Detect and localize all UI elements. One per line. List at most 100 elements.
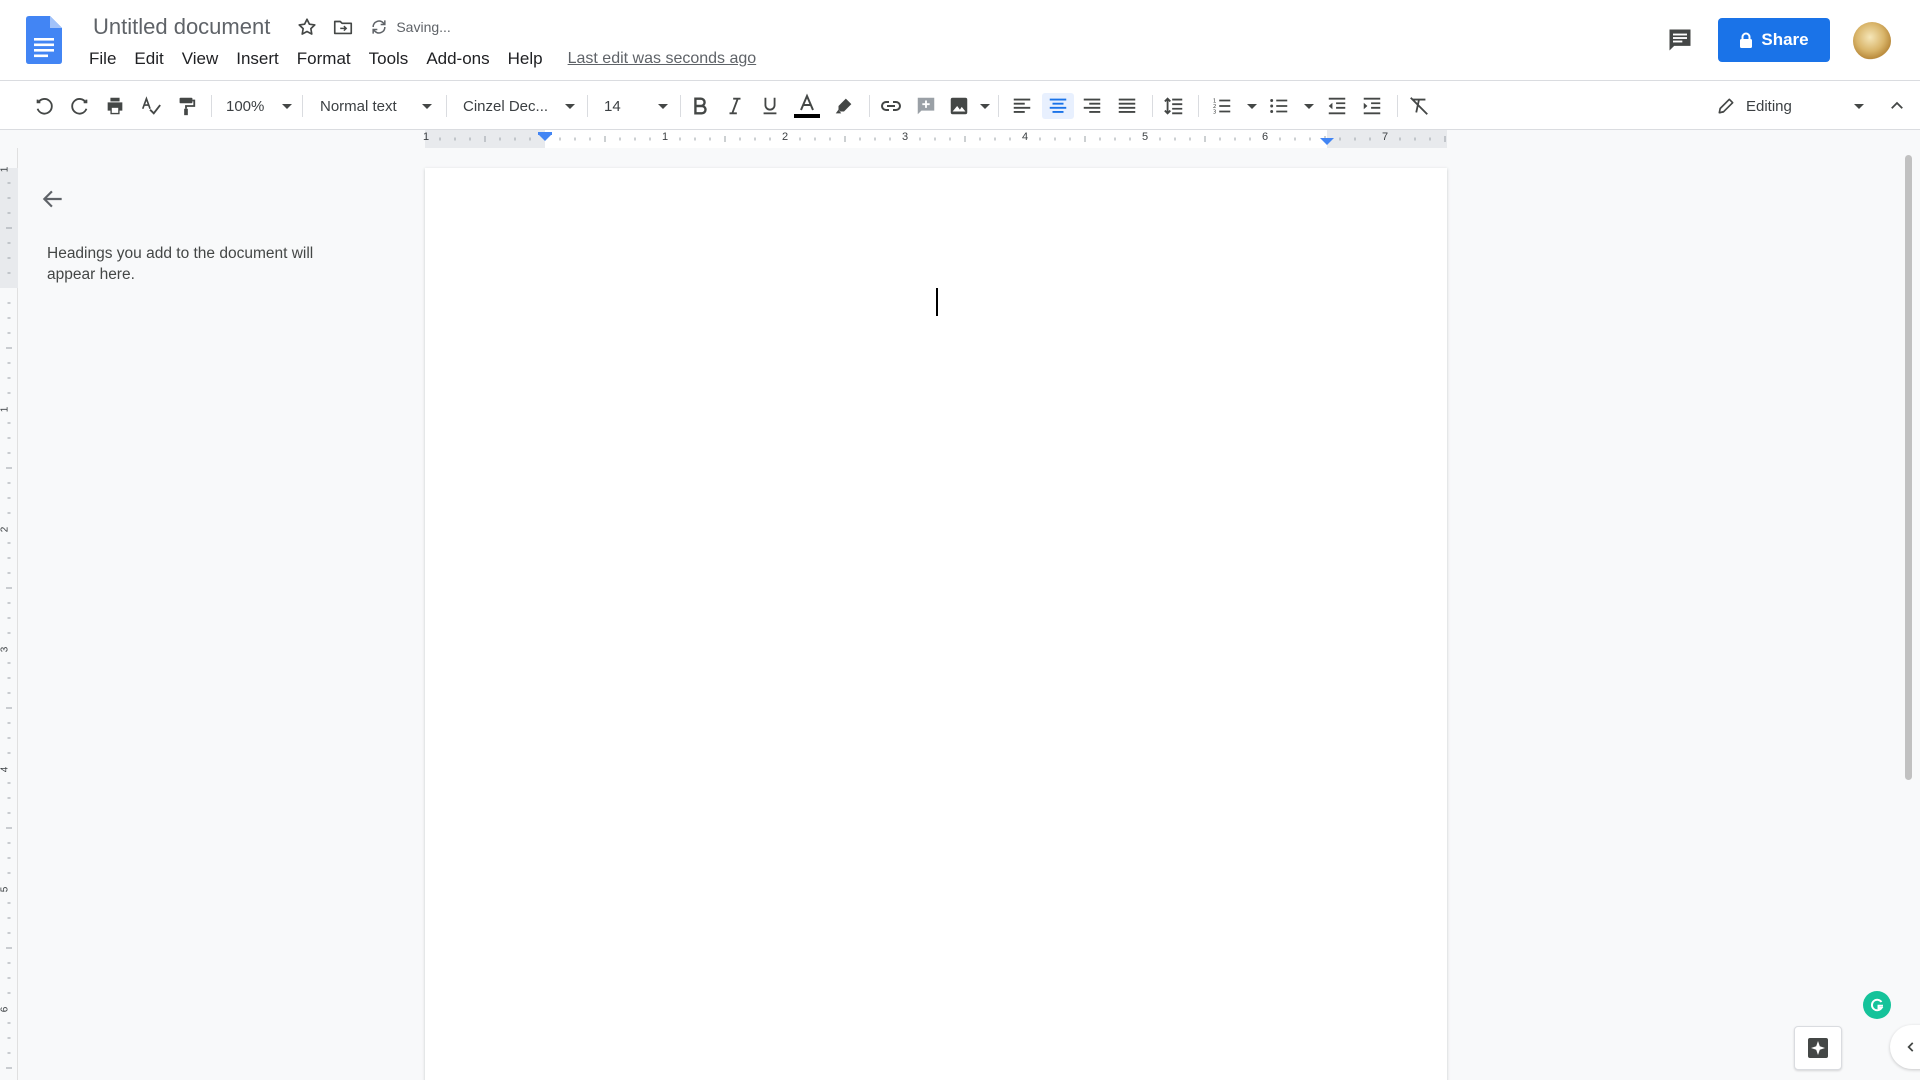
pencil-icon (1716, 96, 1736, 116)
font-select[interactable]: Cinzel Dec... (463, 93, 575, 119)
numbered-list-icon: 123 (1211, 95, 1233, 117)
underline-icon[interactable] (757, 93, 783, 119)
menu-edit[interactable]: Edit (125, 49, 172, 69)
font-value: Cinzel Dec... (463, 97, 549, 115)
hide-menus-chevron-up-icon[interactable] (1884, 93, 1910, 119)
paragraph-style-value: Normal text (320, 97, 397, 115)
bulleted-list-icon (1268, 95, 1290, 117)
last-edit-link[interactable]: Last edit was seconds ago (568, 50, 757, 68)
star-icon[interactable] (296, 16, 318, 38)
toolbar-separator (446, 95, 447, 117)
move-to-folder-icon[interactable] (332, 16, 354, 38)
toolbar-separator (302, 95, 303, 117)
menu-file[interactable]: File (80, 49, 125, 69)
toolbar-separator (1152, 95, 1153, 117)
image-icon (948, 95, 970, 117)
toolbar-separator (587, 95, 588, 117)
chevron-down-icon (658, 103, 668, 109)
increase-indent-icon[interactable] (1359, 93, 1385, 119)
toolbar-separator (680, 95, 681, 117)
save-status: Saving... (396, 19, 451, 35)
menu-view[interactable]: View (173, 49, 228, 69)
align-center-icon[interactable] (1042, 93, 1074, 119)
explore-icon[interactable] (1794, 1026, 1842, 1070)
add-comment-icon[interactable] (913, 93, 939, 119)
vertical-scrollbar[interactable] (1905, 155, 1912, 780)
font-size-select[interactable]: 14 (604, 93, 668, 119)
ruler-labels: 1 1 2 3 4 5 6 7 (423, 130, 1447, 148)
ruler-label: 2 (0, 526, 11, 533)
bold-icon[interactable] (687, 93, 713, 119)
ruler-label: 5 (1142, 131, 1149, 143)
align-left-icon[interactable] (1009, 93, 1035, 119)
italic-icon[interactable] (722, 93, 748, 119)
header: Untitled document Saving... File Edit Vi… (0, 0, 1920, 80)
toolbar-separator (869, 95, 870, 117)
text-color-icon[interactable] (794, 93, 820, 119)
editing-mode-label: Editing (1746, 97, 1792, 115)
grammarly-icon[interactable] (1863, 991, 1891, 1019)
title-row: Untitled document Saving... (89, 12, 451, 42)
vertical-ruler-labels: 1 1 2 3 4 5 6 (0, 148, 18, 1080)
chevron-down-icon (980, 103, 990, 109)
menu-help[interactable]: Help (499, 49, 552, 69)
bulleted-list-button[interactable] (1268, 93, 1314, 119)
undo-icon[interactable] (31, 93, 57, 119)
redo-icon[interactable] (67, 93, 93, 119)
ruler-label: 3 (902, 131, 909, 143)
toolbar-separator (1397, 95, 1398, 117)
ruler-label: 2 (782, 131, 789, 143)
document-title[interactable]: Untitled document (89, 14, 274, 40)
align-right-icon[interactable] (1079, 93, 1105, 119)
ruler-label: 4 (0, 766, 11, 773)
zoom-select[interactable]: 100% (226, 93, 292, 119)
chevron-down-icon (1854, 103, 1864, 109)
comments-icon[interactable] (1666, 26, 1694, 54)
numbered-list-button[interactable]: 123 (1211, 93, 1257, 119)
paragraph-style-select[interactable]: Normal text (320, 93, 432, 119)
chevron-left-icon (1904, 1040, 1918, 1054)
zoom-value: 100% (226, 97, 265, 115)
print-icon[interactable] (102, 93, 128, 119)
insert-image-button[interactable] (948, 93, 990, 119)
line-spacing-icon[interactable] (1161, 93, 1187, 119)
svg-text:3: 3 (1213, 109, 1217, 115)
vertical-ruler[interactable]: 1 1 2 3 4 5 6 (0, 148, 18, 1080)
document-page[interactable] (425, 168, 1447, 1080)
ruler-label: 4 (1022, 131, 1029, 143)
ruler-label: 6 (0, 1006, 11, 1013)
toolbar: 100% Normal text Cinzel Dec... 14 1 2 3 … (0, 80, 1920, 130)
highlight-color-icon[interactable] (831, 93, 857, 119)
close-outline-arrow-left-icon[interactable] (40, 186, 66, 212)
horizontal-ruler[interactable]: 1 1 2 3 4 5 6 7 (0, 130, 1920, 148)
toolbar-separator (1198, 95, 1199, 117)
insert-link-icon[interactable] (878, 93, 904, 119)
align-justify-icon[interactable] (1114, 93, 1140, 119)
paint-format-icon[interactable] (173, 93, 199, 119)
sync-icon (368, 16, 390, 38)
side-panel-toggle[interactable] (1890, 1025, 1920, 1069)
ruler-label: 1 (0, 406, 11, 413)
menu-insert[interactable]: Insert (227, 49, 288, 69)
ruler-label: 3 (0, 646, 11, 653)
font-size-value: 14 (604, 97, 621, 115)
ruler-label: 7 (1382, 131, 1389, 143)
menu-add-ons[interactable]: Add-ons (417, 49, 498, 69)
chevron-down-icon (1247, 103, 1257, 109)
account-avatar[interactable] (1853, 22, 1891, 60)
chevron-down-icon (282, 103, 292, 109)
share-label: Share (1761, 30, 1809, 49)
share-button[interactable]: Share (1718, 18, 1830, 62)
ruler-label: 5 (0, 886, 11, 893)
menu-format[interactable]: Format (288, 49, 360, 69)
ruler-label: 1 (0, 166, 11, 173)
docs-logo-icon[interactable] (26, 16, 62, 64)
decrease-indent-icon[interactable] (1324, 93, 1350, 119)
editing-mode-select[interactable]: Editing (1716, 93, 1864, 119)
clear-formatting-icon[interactable] (1406, 93, 1432, 119)
toolbar-separator (998, 95, 999, 117)
menu-tools[interactable]: Tools (360, 49, 418, 69)
spellcheck-icon[interactable] (138, 93, 164, 119)
chevron-down-icon (422, 103, 432, 109)
ruler-label: 6 (1262, 131, 1269, 143)
